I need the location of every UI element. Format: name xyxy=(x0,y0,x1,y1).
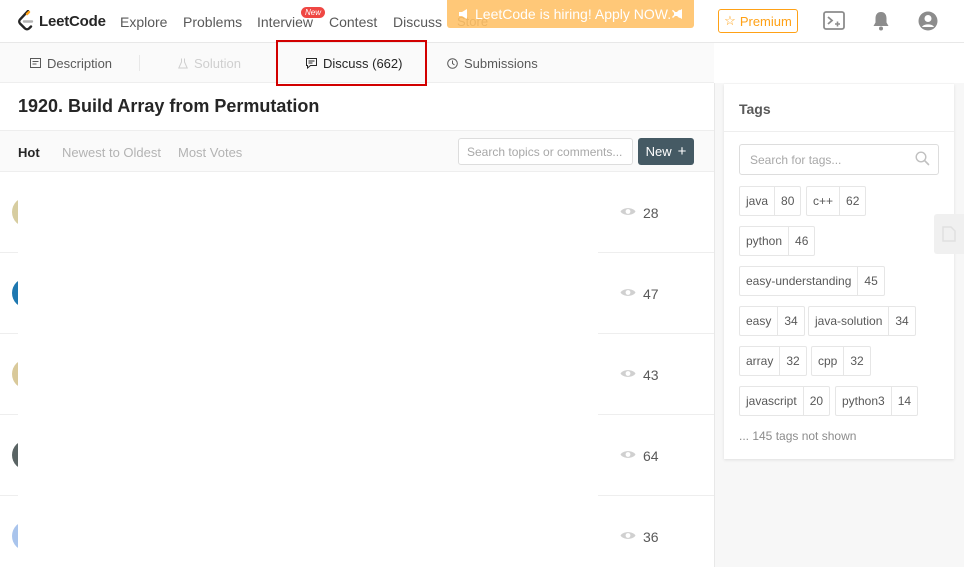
hiring-banner[interactable]: Store LeetCode is hiring! Apply NOW. ✕ xyxy=(447,0,694,29)
tab-divider xyxy=(139,55,140,71)
leetcode-logo[interactable]: LeetCode xyxy=(16,10,106,32)
new-badge: New xyxy=(301,7,326,18)
view-count: 47 xyxy=(643,286,659,302)
tag-easy-understanding[interactable]: easy-understanding 45 xyxy=(739,266,885,296)
tab-submissions[interactable]: Submissions xyxy=(447,43,538,83)
tag-count: 80 xyxy=(774,187,800,215)
tag-array[interactable]: array 32 xyxy=(739,346,807,376)
tag-name: easy xyxy=(746,314,772,328)
tab-description[interactable]: Description xyxy=(30,43,112,83)
hiring-banner-text: LeetCode is hiring! Apply NOW. xyxy=(475,6,672,22)
eye-icon xyxy=(620,289,636,296)
view-count: 64 xyxy=(643,448,659,464)
tag-name: array xyxy=(746,354,774,368)
eye-icon xyxy=(620,532,636,539)
tab-solution-label: Solution xyxy=(194,55,241,71)
tag-count: 32 xyxy=(779,347,805,375)
bell-icon[interactable] xyxy=(872,11,890,31)
tag-java-solution[interactable]: java-solution 34 xyxy=(808,306,916,336)
tag-name: java-solution xyxy=(815,314,883,328)
tags-title: Tags xyxy=(739,101,771,117)
nav-store[interactable]: Store xyxy=(457,14,488,29)
tag-name: python3 xyxy=(842,394,885,408)
brand-name: LeetCode xyxy=(39,12,106,30)
problem-title: 1920. Build Array from Permutation xyxy=(18,96,320,116)
top-navbar: LeetCode Explore Problems Interview New … xyxy=(0,0,964,43)
sort-hot[interactable]: Hot xyxy=(18,145,40,160)
discuss-tab-highlight-box xyxy=(276,40,427,86)
tag-count: 20 xyxy=(802,387,829,415)
tag-name: cpp xyxy=(818,354,838,368)
tab-description-label: Description xyxy=(47,55,113,71)
post-content-redacted xyxy=(18,172,598,567)
tag-count: 46 xyxy=(788,227,814,255)
clock-icon xyxy=(447,57,458,69)
tag-javascript[interactable]: javascript 20 xyxy=(739,386,831,416)
premium-label: Premium xyxy=(739,13,792,29)
playground-icon[interactable] xyxy=(823,11,845,31)
close-icon[interactable]: ✕ xyxy=(670,6,682,23)
nav-problems[interactable]: Problems xyxy=(183,14,242,30)
nav-contest[interactable]: Contest xyxy=(329,14,377,30)
tab-submissions-label: Submissions xyxy=(464,55,538,71)
eye-icon xyxy=(620,208,636,215)
avatar-icon[interactable] xyxy=(918,11,938,31)
tab-solution[interactable]: Solution xyxy=(178,43,241,83)
tag-count: 62 xyxy=(839,187,865,215)
side-panel-toggle[interactable] xyxy=(934,214,964,254)
tag-name: python xyxy=(746,234,783,248)
eye-icon xyxy=(620,451,636,458)
star-icon: ☆ xyxy=(724,13,736,28)
tag-easy[interactable]: easy 34 xyxy=(739,306,805,336)
premium-button[interactable]: ☆ Premium xyxy=(718,9,798,33)
nav-explore[interactable]: Explore xyxy=(120,14,167,30)
tag-cpp-plus[interactable]: c++ 62 xyxy=(806,186,867,216)
tag-count: 45 xyxy=(857,267,883,295)
tags-panel: Tags java 80 c++ 62 python 46 easy-understa… xyxy=(724,84,954,459)
eye-icon xyxy=(620,370,636,377)
tag-java[interactable]: java 80 xyxy=(739,186,802,216)
sort-newest[interactable]: Newest to Oldest xyxy=(62,145,161,160)
flask-icon xyxy=(178,58,188,68)
nav-discuss[interactable]: Discuss xyxy=(393,14,442,30)
tag-name: c++ xyxy=(813,194,834,208)
tag-python[interactable]: python 46 xyxy=(739,226,816,256)
tag-count: 14 xyxy=(890,387,917,415)
tag-python3[interactable]: python3 14 xyxy=(835,386,919,416)
view-count: 36 xyxy=(643,529,659,545)
description-icon xyxy=(30,58,41,68)
new-topic-button[interactable]: New + xyxy=(638,138,694,165)
leetcode-logo-icon xyxy=(18,10,34,31)
new-topic-label: New xyxy=(645,144,672,159)
tag-count: 34 xyxy=(888,307,914,335)
tag-name: java xyxy=(746,194,769,208)
more-tags-link[interactable]: ... 145 tags not shown xyxy=(739,429,856,443)
view-count: 28 xyxy=(643,205,659,221)
view-count: 43 xyxy=(643,367,659,383)
search-icon xyxy=(915,151,930,166)
discuss-filter-bar: Hot Newest to Oldest Most Votes New + xyxy=(0,130,714,172)
divider xyxy=(724,131,954,132)
tag-cpp[interactable]: cpp 32 xyxy=(811,346,871,376)
tag-count: 34 xyxy=(777,307,803,335)
search-topics-input[interactable] xyxy=(458,138,633,165)
note-icon xyxy=(942,226,956,242)
sort-most-votes[interactable]: Most Votes xyxy=(178,145,242,160)
tag-count: 32 xyxy=(843,347,869,375)
tag-search-input[interactable] xyxy=(739,144,939,175)
plus-icon: + xyxy=(677,143,687,160)
tag-name: javascript xyxy=(746,394,797,408)
tag-name: easy-understanding xyxy=(746,274,852,288)
